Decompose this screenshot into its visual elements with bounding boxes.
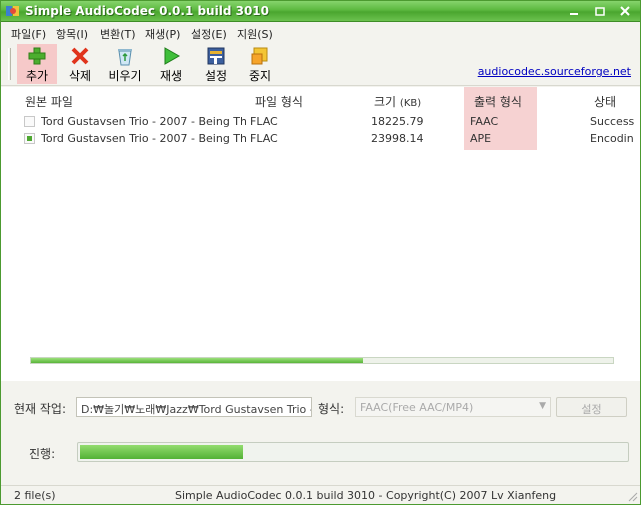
row-checkbox[interactable] bbox=[24, 116, 35, 127]
menu-settings[interactable]: 설정(E) bbox=[191, 26, 227, 42]
close-icon[interactable] bbox=[612, 4, 638, 19]
toolbar: 추가 삭제 비우기 재생 설정 중지 audiocodec.sourceforg… bbox=[1, 42, 640, 86]
app-window: Simple AudioCodec 0.0.1 build 3010 파일(F)… bbox=[0, 0, 641, 505]
add-label: 추가 bbox=[25, 69, 49, 83]
column-header-output[interactable]: 출력 형식 bbox=[474, 93, 522, 110]
settings-button[interactable]: 설정 bbox=[197, 44, 235, 84]
menu-item[interactable]: 항목(I) bbox=[56, 26, 88, 42]
clear-button[interactable]: 비우기 bbox=[103, 44, 147, 84]
format-label: 형식: bbox=[318, 402, 345, 416]
table-row[interactable]: Tord Gustavsen Trio - 2007 - Being The..… bbox=[1, 113, 640, 130]
stop-label: 중지 bbox=[248, 69, 272, 83]
menu-file[interactable]: 파일(F) bbox=[11, 26, 46, 42]
menu-play[interactable]: 재생(P) bbox=[145, 26, 180, 42]
play-label: 재생 bbox=[159, 69, 183, 83]
current-job-label: 현재 작업: bbox=[14, 402, 67, 416]
size-label: 크기 bbox=[374, 95, 397, 109]
stop-icon bbox=[251, 47, 268, 65]
column-header-size[interactable]: 크기 (KB) bbox=[374, 93, 421, 110]
plus-icon bbox=[28, 47, 46, 65]
settings-label: 설정 bbox=[204, 69, 228, 83]
progress-bar bbox=[77, 442, 629, 462]
format-value: FAAC(Free AAC/MP4) bbox=[360, 401, 474, 414]
status-bar: 2 file(s) Simple AudioCodec 0.0.1 build … bbox=[1, 485, 640, 504]
app-icon bbox=[6, 6, 19, 16]
file-list[interactable]: 원본 파일 파일 형식 크기 (KB) 출력 형식 상태 Tord Gustav… bbox=[1, 87, 640, 381]
maximize-icon[interactable] bbox=[587, 4, 613, 19]
format-select[interactable]: FAAC(Free AAC/MP4) ▼ bbox=[355, 397, 551, 417]
table-row[interactable]: Tord Gustavsen Trio - 2007 - Being The..… bbox=[1, 130, 640, 147]
resize-grip-icon[interactable] bbox=[626, 490, 638, 502]
row-source: Tord Gustavsen Trio - 2007 - Being The..… bbox=[41, 132, 246, 145]
progress-fill bbox=[80, 445, 243, 459]
progress-label: 진행: bbox=[29, 447, 56, 461]
current-job-field[interactable]: D:₩놀기₩노래₩Jazz₩Tord Gustavsen Trio - bbox=[76, 397, 312, 417]
stop-button[interactable]: 중지 bbox=[241, 44, 279, 84]
row-output: APE bbox=[470, 132, 492, 145]
column-header-source[interactable]: 원본 파일 bbox=[25, 93, 73, 110]
row-format: FLAC bbox=[250, 132, 278, 145]
row-status: Encodin bbox=[590, 132, 634, 145]
title-bar[interactable]: Simple AudioCodec 0.0.1 build 3010 bbox=[1, 1, 640, 22]
row-output: FAAC bbox=[470, 115, 499, 128]
menu-support[interactable]: 지원(S) bbox=[237, 26, 273, 42]
website-link[interactable]: audiocodec.sourceforge.net bbox=[478, 65, 631, 78]
settings-icon bbox=[207, 47, 225, 65]
delete-icon bbox=[71, 47, 89, 65]
row-size: 18225.79 bbox=[371, 115, 424, 128]
row-status: Success bbox=[590, 115, 635, 128]
row-size: 23998.14 bbox=[371, 132, 424, 145]
window-title: Simple AudioCodec 0.0.1 build 3010 bbox=[25, 4, 269, 18]
list-progress-bar bbox=[30, 357, 614, 364]
play-button[interactable]: 재생 bbox=[153, 44, 189, 84]
minimize-icon[interactable] bbox=[561, 4, 587, 19]
toolbar-grip[interactable] bbox=[8, 48, 11, 80]
column-header-status[interactable]: 상태 bbox=[594, 93, 616, 110]
delete-button[interactable]: 삭제 bbox=[61, 44, 99, 84]
format-settings-button[interactable]: 설정 bbox=[556, 397, 627, 417]
play-icon bbox=[164, 47, 181, 65]
list-progress-fill bbox=[31, 358, 363, 363]
chevron-down-icon: ▼ bbox=[539, 401, 546, 411]
copyright-text: Simple AudioCodec 0.0.1 build 3010 - Cop… bbox=[175, 489, 557, 502]
recycle-bin-icon bbox=[118, 49, 132, 66]
clear-label: 비우기 bbox=[108, 69, 142, 83]
file-count: 2 file(s) bbox=[14, 489, 56, 502]
size-unit: (KB) bbox=[399, 98, 422, 109]
menu-bar: 파일(F) 항목(I) 변환(T) 재생(P) 설정(E) 지원(S) bbox=[1, 22, 640, 42]
column-header-format[interactable]: 파일 형식 bbox=[255, 93, 303, 110]
row-format: FLAC bbox=[250, 115, 278, 128]
row-source: Tord Gustavsen Trio - 2007 - Being The..… bbox=[41, 115, 246, 128]
delete-label: 삭제 bbox=[68, 69, 92, 83]
menu-convert[interactable]: 변환(T) bbox=[100, 26, 136, 42]
add-button[interactable]: 추가 bbox=[17, 44, 57, 84]
row-checkbox[interactable] bbox=[24, 133, 35, 144]
list-header: 원본 파일 파일 형식 크기 (KB) 출력 형식 상태 bbox=[1, 87, 640, 111]
